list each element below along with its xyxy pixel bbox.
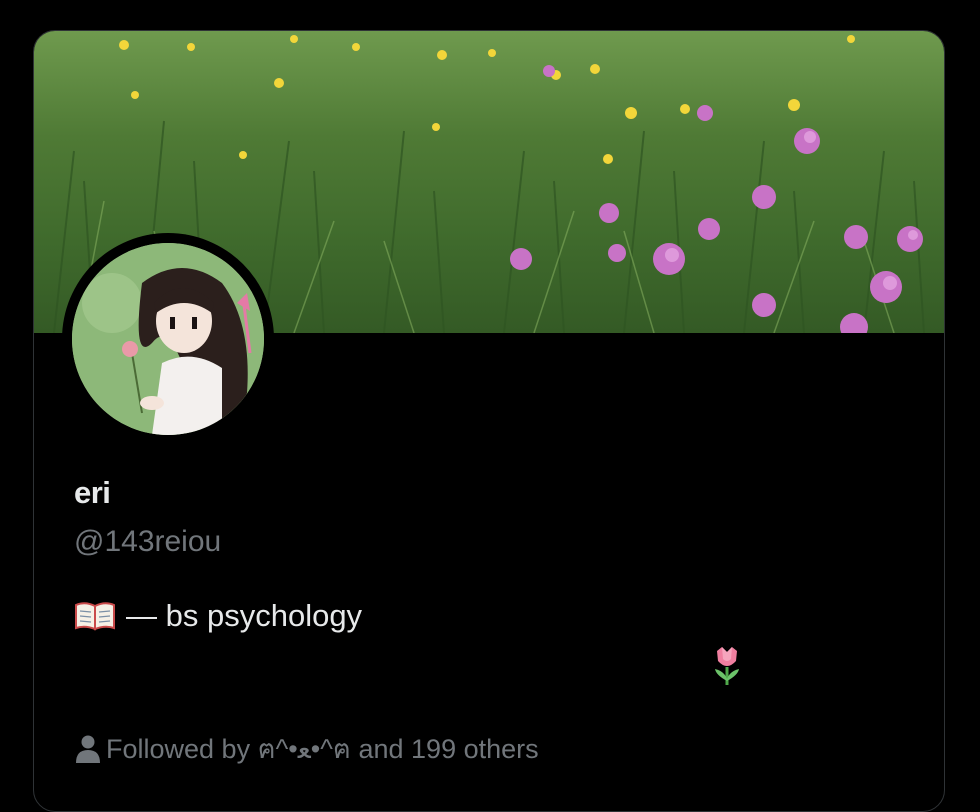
- handle[interactable]: @143reiou: [74, 525, 221, 559]
- person-icon: [76, 735, 100, 763]
- display-name[interactable]: eri: [74, 475, 111, 511]
- tulip-icon: [715, 647, 739, 685]
- bio-text: — bs psychology: [126, 598, 363, 633]
- open-book-icon: [75, 602, 115, 631]
- followed-by[interactable]: Followed by ฅ^•ﻌ•^ฅ and 199 others: [74, 727, 539, 770]
- avatar-image-icon: [72, 243, 264, 435]
- profile-card: eri @143reiou — bs psychology Followed b…: [33, 30, 945, 812]
- avatar[interactable]: [72, 243, 264, 435]
- followed-by-text: Followed by ฅ^•ﻌ•^ฅ and 199 others: [106, 734, 539, 764]
- bio: — bs psychology: [74, 598, 362, 634]
